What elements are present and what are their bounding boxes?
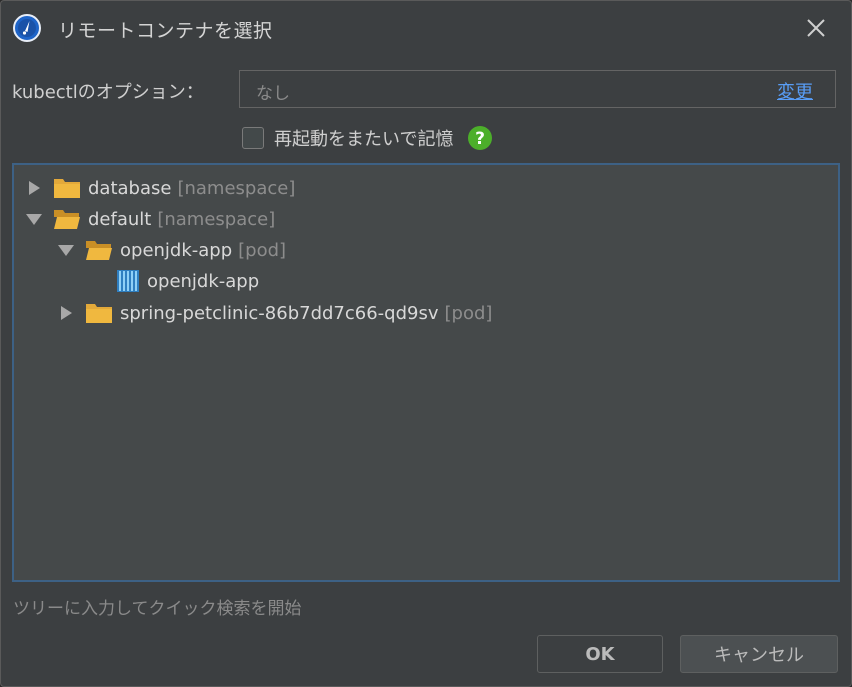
container-icon	[117, 270, 139, 292]
tree-node-type: [pod]	[238, 239, 287, 261]
svg-text:?: ?	[476, 129, 486, 149]
ok-button[interactable]: OK	[537, 635, 663, 673]
dialog-title: リモートコンテナを選択	[58, 20, 273, 42]
collapse-arrow-icon[interactable]	[24, 209, 44, 229]
change-options-link[interactable]: 変更	[777, 78, 813, 104]
folder-icon	[54, 179, 80, 198]
tree-node-type: [namespace]	[157, 208, 276, 230]
title-bar: リモートコンテナを選択	[1, 1, 851, 55]
remember-restart-row: 再起動をまたいで記憶 ?	[242, 125, 493, 151]
tree-node-spring-petclinic-pod[interactable]: spring-petclinic-86b7dd7c66-qd9sv [pod]	[56, 298, 492, 328]
remember-restart-checkbox[interactable]	[242, 127, 264, 149]
folder-open-icon	[86, 241, 112, 260]
expand-arrow-icon[interactable]	[24, 178, 44, 198]
tree-node-openjdk-pod[interactable]: openjdk-app [pod]	[56, 235, 286, 265]
tree-node-name: spring-petclinic-86b7dd7c66-qd9sv	[120, 302, 439, 324]
folder-icon	[86, 304, 112, 323]
tree-node-openjdk-container[interactable]: openjdk-app	[116, 266, 259, 296]
kubectl-options-value: なし	[256, 84, 290, 104]
container-tree[interactable]: database [namespace] default [namespace]…	[12, 163, 840, 582]
folder-open-icon	[54, 210, 80, 229]
tree-node-name: openjdk-app	[147, 270, 260, 292]
kubectl-options-label: kubectlのオプション：	[12, 82, 204, 103]
tree-node-name: database	[88, 177, 172, 199]
remote-container-dialog: リモートコンテナを選択 kubectlのオプション： なし 変更 再起動をまたい…	[0, 0, 852, 687]
app-icon	[13, 14, 41, 42]
help-icon[interactable]: ?	[467, 125, 493, 151]
cancel-button[interactable]: キャンセル	[680, 635, 838, 673]
tree-node-type: [namespace]	[177, 177, 296, 199]
kubectl-options-field: なし 変更	[239, 70, 836, 108]
tree-node-default[interactable]: default [namespace]	[24, 204, 275, 234]
expand-arrow-icon[interactable]	[56, 303, 76, 323]
tree-node-name: openjdk-app	[120, 239, 233, 261]
tree-node-type: [pod]	[444, 302, 493, 324]
tree-node-database[interactable]: database [namespace]	[24, 173, 295, 203]
close-icon[interactable]	[803, 15, 829, 41]
tree-node-name: default	[88, 208, 152, 230]
remember-restart-label[interactable]: 再起動をまたいで記憶	[274, 125, 453, 151]
quick-search-hint: ツリーに入力してクイック検索を開始	[13, 599, 302, 619]
collapse-arrow-icon[interactable]	[56, 240, 76, 260]
